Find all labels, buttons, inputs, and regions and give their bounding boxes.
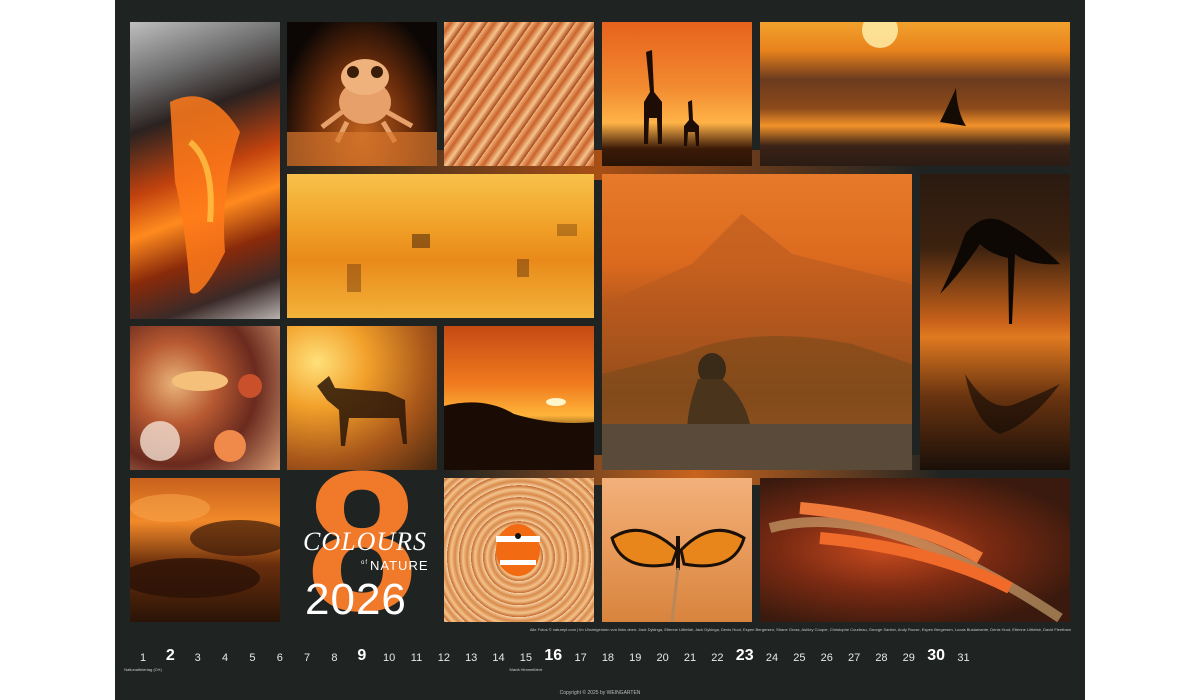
title-of: of: [361, 560, 369, 566]
title-nature: NATURE: [370, 558, 429, 573]
clownfish-shape: [496, 524, 540, 576]
photo-credits: Alle Fotos © naturepl.com | Im Uhrzeiger…: [529, 627, 1071, 632]
day-number: 17: [574, 652, 587, 664]
gecko-shape: [287, 59, 437, 166]
day-number: 22: [711, 652, 724, 664]
day-number: 15: [519, 652, 533, 664]
day-number: 28: [875, 652, 888, 664]
cloud-shapes: [130, 494, 280, 598]
day-number: 30: [927, 647, 946, 664]
sun-and-hills: [444, 398, 594, 470]
photo-sunset-birds: [444, 326, 594, 470]
title-of-nature: of NATURE: [361, 558, 429, 573]
day-number: 13: [465, 652, 478, 664]
day-number: 25: [793, 652, 806, 664]
day-number: 19: [629, 652, 642, 664]
copyright: Copyright © 2025 by WEINGARTEN: [559, 690, 641, 696]
calendar-title-block: 8 COLOURS of NATURE 2026: [287, 442, 437, 642]
title-year: 2026: [305, 575, 407, 624]
butterfly-shape: [610, 528, 746, 622]
heron-silhouette: [940, 218, 1060, 434]
photo-butterfly: [602, 478, 752, 622]
shrimp-shapes: [768, 502, 1063, 622]
day-strip: 1 Nationalfeiertag (CH) 2 3 4 5 6 7 8 9 10 11 12 13 14…: [115, 645, 1085, 685]
day-number: 5: [249, 652, 256, 664]
photo-gecko: [287, 22, 437, 166]
photo-lava-flow: [130, 22, 280, 319]
day-number: 1: [139, 652, 147, 664]
day-number: 20: [656, 652, 669, 664]
day-number: 10: [383, 652, 396, 664]
photo-shrimp: [760, 478, 1070, 622]
photo-sandstone-waves: [444, 22, 594, 166]
day-number: 12: [437, 652, 450, 664]
day-number: 29: [902, 652, 915, 664]
photo-misty-forest: [287, 174, 594, 318]
day-number: 4: [221, 652, 229, 664]
day-number: 9: [357, 647, 367, 664]
day-number: 31: [957, 652, 970, 664]
giraffe-silhouettes: [644, 50, 699, 146]
photo-cheetah: [602, 174, 912, 470]
day-number: 16: [544, 647, 563, 664]
holiday-note: Mariä Himmelfahrt: [509, 667, 543, 672]
day-number: 8: [331, 652, 338, 664]
day-number: 11: [410, 652, 423, 664]
tree-silhouettes: [347, 224, 577, 292]
coral-shapes: [140, 371, 262, 462]
day-number: 27: [847, 652, 861, 664]
day-number: 21: [683, 652, 697, 664]
photo-heron-reflection: [920, 174, 1070, 470]
day-number: 7: [304, 652, 311, 664]
photo-storm-clouds: [130, 478, 280, 622]
orca-fin: [862, 22, 966, 126]
day-number: 18: [601, 652, 615, 664]
day-number: 2: [165, 647, 175, 664]
photo-coral-nudibranch: [130, 326, 280, 470]
day-number: 3: [194, 652, 201, 664]
calendar-sheet: 8 COLOURS of NATURE 2026 Alle Fotos © nat…: [115, 0, 1085, 700]
day-number: 6: [276, 652, 283, 664]
day-number: 26: [820, 652, 833, 664]
lava-shape: [170, 96, 240, 294]
cheetah-scene: [602, 214, 912, 470]
photo-clownfish: [444, 478, 594, 622]
day-number: 24: [765, 652, 779, 664]
day-number: 23: [735, 647, 754, 664]
photo-orca-sunrise: [760, 22, 1070, 166]
title-colours: COLOURS: [303, 527, 428, 556]
holiday-note: Nationalfeiertag (CH): [124, 667, 162, 672]
day-number: 14: [492, 652, 505, 664]
photo-giraffes-sunset: [602, 22, 752, 166]
